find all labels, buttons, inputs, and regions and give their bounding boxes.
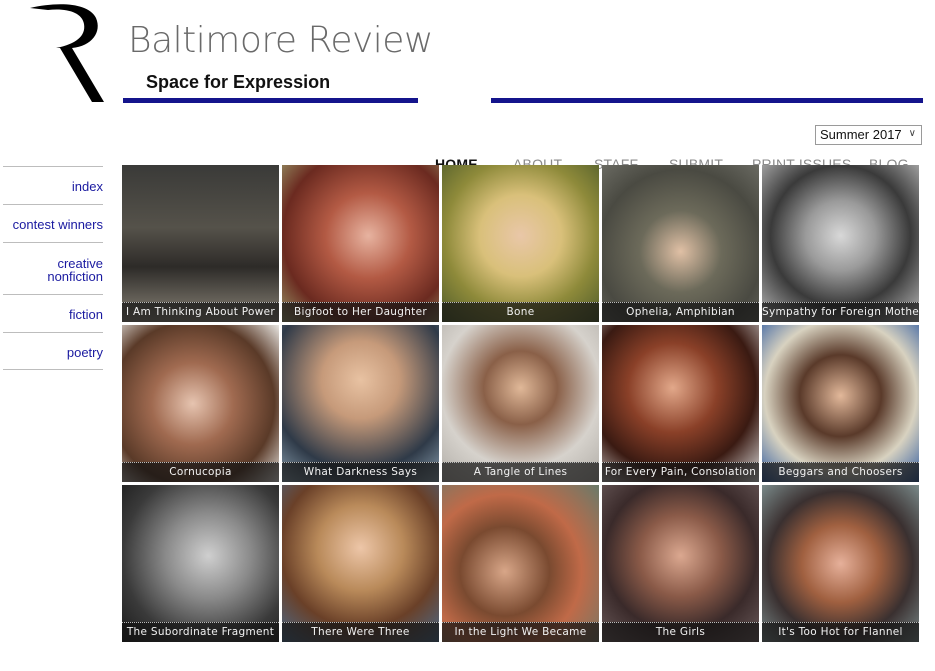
- grid-tile[interactable]: Sympathy for Foreign Mothers: [762, 165, 919, 322]
- tile-caption: Ophelia, Amphibian: [602, 302, 759, 322]
- sidebar-item-fiction[interactable]: fiction: [3, 294, 103, 332]
- grid-tile[interactable]: There Were Three: [282, 485, 439, 642]
- sidebar-item-index[interactable]: index: [3, 166, 103, 204]
- grid-tile[interactable]: The Girls: [602, 485, 759, 642]
- grid-tile[interactable]: Beggars and Choosers: [762, 325, 919, 482]
- tile-caption: The Subordinate Fragment: [122, 622, 279, 642]
- author-photo: [282, 485, 439, 642]
- contributor-grid: I Am Thinking About Power Bigfoot to Her…: [122, 165, 920, 643]
- sidebar-item-contest-winners[interactable]: contest winners: [3, 204, 103, 242]
- header-divider-left: [123, 98, 418, 103]
- grid-tile[interactable]: For Every Pain, Consolation: [602, 325, 759, 482]
- grid-tile[interactable]: Ophelia, Amphibian: [602, 165, 759, 322]
- issue-select-value: Summer 2017: [820, 127, 902, 142]
- author-photo: [282, 325, 439, 482]
- tile-caption: I Am Thinking About Power: [122, 302, 279, 322]
- grid-tile[interactable]: Cornucopia: [122, 325, 279, 482]
- grid-tile[interactable]: In the Light We Became: [442, 485, 599, 642]
- author-photo: [442, 485, 599, 642]
- tile-caption: Bone: [442, 302, 599, 322]
- chevron-down-icon: ∨: [908, 128, 916, 139]
- issue-select[interactable]: Summer 2017 ∨: [815, 125, 922, 145]
- sidebar-item-label: contest winners: [12, 217, 103, 232]
- grid-tile[interactable]: The Subordinate Fragment: [122, 485, 279, 642]
- sidebar-item-label: poetry: [66, 345, 103, 360]
- author-photo: [442, 165, 599, 322]
- header-divider-right: [491, 98, 923, 103]
- tile-caption: The Girls: [602, 622, 759, 642]
- tagline: Space for Expression: [146, 72, 331, 92]
- grid-tile[interactable]: Bone: [442, 165, 599, 322]
- author-photo: [762, 485, 919, 642]
- sidebar-item-creative-nonfiction[interactable]: creative nonfiction: [3, 242, 103, 294]
- sidebar-item-poetry[interactable]: poetry: [3, 332, 103, 370]
- tile-caption: Bigfoot to Her Daughter: [282, 302, 439, 322]
- sidebar: index contest winners creative nonfictio…: [3, 166, 103, 370]
- author-photo: [442, 325, 599, 482]
- grid-tile[interactable]: It's Too Hot for Flannel: [762, 485, 919, 642]
- grid-tile[interactable]: I Am Thinking About Power: [122, 165, 279, 322]
- author-photo: [122, 165, 279, 322]
- sidebar-item-label: index: [71, 179, 103, 194]
- site-title[interactable]: Baltimore Review: [128, 20, 433, 61]
- author-photo: [282, 165, 439, 322]
- tile-caption: It's Too Hot for Flannel: [762, 622, 919, 642]
- tile-caption: Beggars and Choosers: [762, 462, 919, 482]
- tile-caption: What Darkness Says: [282, 462, 439, 482]
- author-photo: [762, 165, 919, 322]
- tile-caption: Cornucopia: [122, 462, 279, 482]
- tile-caption: A Tangle of Lines: [442, 462, 599, 482]
- sidebar-item-label: fiction: [69, 307, 103, 322]
- tile-caption: For Every Pain, Consolation: [602, 462, 759, 482]
- author-photo: [122, 325, 279, 482]
- grid-tile[interactable]: Bigfoot to Her Daughter: [282, 165, 439, 322]
- author-photo: [762, 325, 919, 482]
- grid-tile[interactable]: A Tangle of Lines: [442, 325, 599, 482]
- author-photo: [602, 325, 759, 482]
- tile-caption: Sympathy for Foreign Mothers: [762, 302, 919, 322]
- site-logo[interactable]: [26, 2, 106, 106]
- author-photo: [602, 165, 759, 322]
- sidebar-item-label: creative nonfiction: [47, 256, 103, 284]
- grid-tile[interactable]: What Darkness Says: [282, 325, 439, 482]
- author-photo: [122, 485, 279, 642]
- author-photo: [602, 485, 759, 642]
- tile-caption: There Were Three: [282, 622, 439, 642]
- tile-caption: In the Light We Became: [442, 622, 599, 642]
